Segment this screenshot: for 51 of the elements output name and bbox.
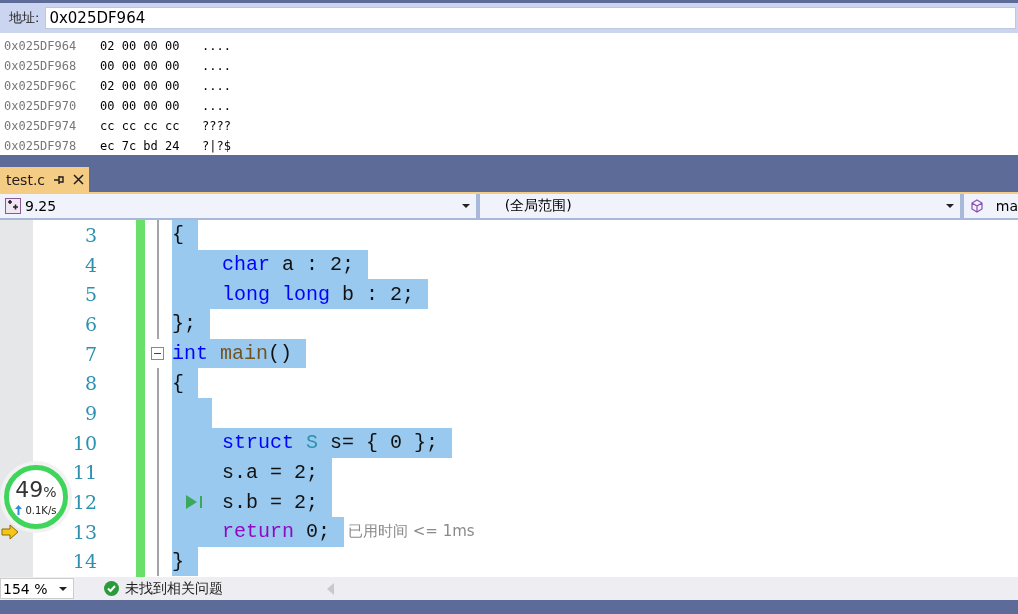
- upload-speed: 0.1K/s: [25, 504, 57, 516]
- line-number: 14: [72, 550, 97, 573]
- elapsed-time-hint: 已用时间 <= 1ms: [348, 522, 475, 542]
- memory-bytes: 02 00 00 00: [100, 39, 181, 53]
- zoom-dropdown[interactable]: 154 %: [0, 578, 74, 599]
- caret-icon: [59, 586, 67, 591]
- caret-icon: [945, 204, 954, 208]
- memory-chars: ....: [202, 59, 231, 73]
- line-number: 10: [72, 431, 97, 454]
- memory-bytes: 00 00 00 00: [100, 99, 181, 113]
- line-number: 3: [84, 223, 97, 246]
- line-number: 5: [84, 283, 97, 306]
- memory-bytes: 02 00 00 00: [100, 79, 181, 93]
- memory-bytes: 00 00 00 00: [100, 59, 181, 73]
- pin-icon[interactable]: [53, 173, 66, 186]
- check-icon: [104, 581, 119, 596]
- memory-bytes: cc cc cc cc: [100, 119, 181, 133]
- line-number: 4: [84, 253, 97, 276]
- line-number: 9: [84, 401, 97, 424]
- close-icon[interactable]: [73, 174, 85, 185]
- line-number: 11: [72, 461, 97, 484]
- memory-address: 0x025DF968: [4, 59, 78, 73]
- memory-chars: ....: [202, 39, 231, 53]
- upload-icon: [15, 505, 23, 515]
- cube-icon: [969, 199, 984, 213]
- member-dropdown[interactable]: ma: [963, 194, 1018, 218]
- collapse-icon[interactable]: [150, 347, 164, 361]
- memory-chars: ....: [202, 99, 231, 113]
- project-icon: [5, 198, 21, 214]
- address-field[interactable]: 0x025DF964: [45, 7, 1016, 29]
- file-tab[interactable]: test.c: [0, 167, 90, 192]
- line-number: 8: [84, 372, 97, 395]
- issues-status: 未找到相关问题: [125, 579, 223, 598]
- memory-address: 0x025DF978: [4, 139, 78, 153]
- line-number: 7: [84, 342, 97, 365]
- memory-address: 0x025DF964: [4, 39, 78, 53]
- line-number: 6: [84, 312, 97, 335]
- address-label: 地址:: [9, 9, 40, 27]
- caret-icon: [461, 204, 470, 208]
- line-number: 13: [72, 520, 97, 543]
- tab-label: test.c: [6, 171, 46, 188]
- memory-address: 0x025DF96C: [4, 79, 78, 93]
- cpu-percent: 49%: [15, 478, 57, 501]
- memory-chars: ????: [202, 119, 231, 133]
- memory-chars: ....: [202, 79, 231, 93]
- scope-dropdown[interactable]: (全局范围): [479, 194, 964, 218]
- memory-chars: ?|?$: [202, 139, 231, 153]
- memory-address: 0x025DF974: [4, 119, 78, 133]
- memory-bytes: ec 7c bd 24: [100, 139, 181, 153]
- line-number: 12: [72, 491, 97, 514]
- memory-address: 0x025DF970: [4, 99, 78, 113]
